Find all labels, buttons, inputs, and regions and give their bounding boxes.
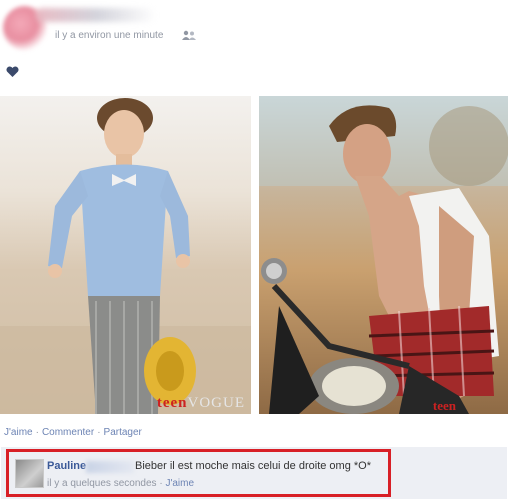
watermark-teen: teen	[156, 395, 188, 411]
friends-icon[interactable]	[182, 30, 196, 41]
magazine-watermark-right: teen	[432, 398, 456, 413]
separator: ·	[35, 427, 39, 438]
photo-left[interactable]: teenVOGUE	[0, 96, 251, 414]
post-header: il y a environ une minute	[0, 0, 508, 60]
separator: ·	[97, 427, 101, 438]
post-actions: J'aime · Commenter · Partager	[4, 427, 142, 438]
watermark-vogue: VOGUE	[187, 395, 245, 411]
like-link[interactable]: J'aime	[4, 427, 33, 438]
post-photos: teenVOGUE teen	[0, 96, 508, 414]
photo-right[interactable]: teen	[259, 96, 508, 414]
heart-icon	[6, 66, 19, 77]
post-timestamp[interactable]: il y a environ une minute	[55, 30, 163, 41]
magazine-watermark: teenVOGUE	[157, 395, 245, 412]
comment-link[interactable]: Commenter	[42, 427, 94, 438]
share-link[interactable]: Partager	[104, 427, 142, 438]
highlight-annotation	[6, 449, 391, 497]
poster-name-redacted	[36, 8, 156, 22]
